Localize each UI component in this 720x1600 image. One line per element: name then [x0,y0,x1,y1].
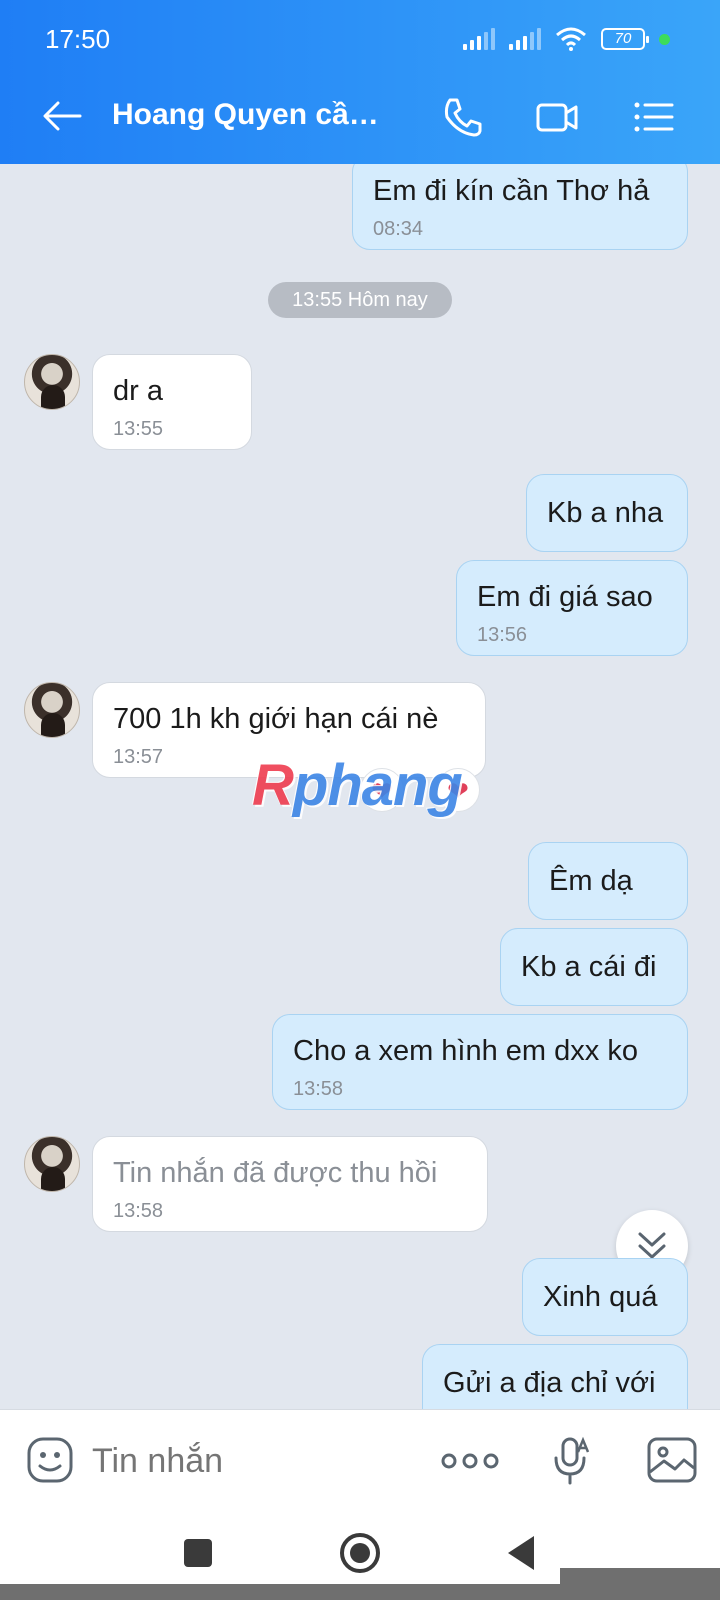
message-text: Em đi kín cần Thơ hả [373,175,650,207]
message-list[interactable]: Em đi kín cần Thơ hả 08:34 13:55 Hôm nay… [0,164,720,1409]
back-arrow-icon[interactable] [40,94,84,138]
message-text: dr a [113,375,163,407]
voice-input-icon[interactable] [552,1436,592,1486]
message-bubble-outgoing[interactable]: Xinh quá [522,1258,688,1336]
avatar[interactable] [24,682,80,738]
menu-list-icon[interactable] [630,94,676,140]
message-time: 08:34 [373,218,424,240]
message-text: Kb a nha [547,497,664,529]
watermark-logo: Rphang [252,752,463,819]
more-options-icon[interactable] [440,1446,500,1476]
active-dot-icon [659,33,670,45]
message-text-recalled: Tin nhắn đã được thu hồi [113,1157,438,1189]
message-text: Em đi giá sao [477,581,653,613]
message-time: 13:58 [113,1200,164,1222]
message-text: Gửi a địa chỉ với [443,1367,656,1399]
message-time: 13:58 [293,1078,344,1100]
message-input[interactable] [92,1436,412,1486]
battery-icon: 70 [601,28,649,50]
message-text: Kb a cái đi [521,951,657,983]
chat-header: Hoang Quyen cần… [0,80,720,154]
contact-name[interactable]: Hoang Quyen cần… [112,98,392,132]
message-bubble-outgoing[interactable]: Kb a cái đi [500,928,688,1006]
phone-call-icon[interactable] [440,94,486,140]
message-text: Xinh quá [543,1281,658,1313]
message-bubble-outgoing[interactable]: Gửi a địa chỉ với [422,1344,688,1409]
status-bar: 17:50 70 [0,0,720,78]
message-text: 700 1h kh giới hạn cái nè [113,703,439,735]
message-bubble-outgoing[interactable]: Em đi giá sao 13:56 [456,560,688,656]
bottom-strip [0,1568,720,1600]
video-call-icon[interactable] [534,94,580,140]
avatar[interactable] [24,354,80,410]
home-button[interactable] [338,1531,382,1575]
message-bubble-incoming[interactable]: Tin nhắn đã được thu hồi 13:58 [92,1136,488,1232]
message-bubble-outgoing[interactable]: Cho a xem hình em dxx ko 13:58 [272,1014,688,1110]
cellular-signal-2-icon [509,28,541,50]
back-button[interactable] [500,1531,544,1575]
cellular-signal-icon [463,28,495,50]
emoji-sticker-icon[interactable] [26,1436,74,1484]
status-icons: 70 [463,24,670,54]
message-time: 13:56 [477,624,528,646]
message-composer [0,1409,720,1513]
message-text: Cho a xem hình em dxx ko [293,1035,638,1067]
date-separator: 13:55 Hôm nay [268,282,452,318]
watermark-rest: phang [292,753,463,818]
wifi-icon [556,27,586,51]
status-time: 17:50 [45,24,111,54]
watermark-first-letter: R [252,753,294,818]
recent-apps-button[interactable] [176,1531,220,1575]
avatar[interactable] [24,1136,80,1192]
image-gallery-icon[interactable] [646,1434,698,1486]
message-text: Êm dạ [549,865,633,897]
message-bubble-outgoing[interactable]: Em đi kín cần Thơ hả 08:34 [352,164,688,250]
top-bar: 17:50 70 Hoang Quyen cần… [0,0,720,164]
message-bubble-incoming[interactable]: dr a 13:55 [92,354,252,450]
message-bubble-outgoing[interactable]: Êm dạ [528,842,688,920]
message-bubble-outgoing[interactable]: Kb a nha [526,474,688,552]
message-time: 13:55 [113,418,164,440]
